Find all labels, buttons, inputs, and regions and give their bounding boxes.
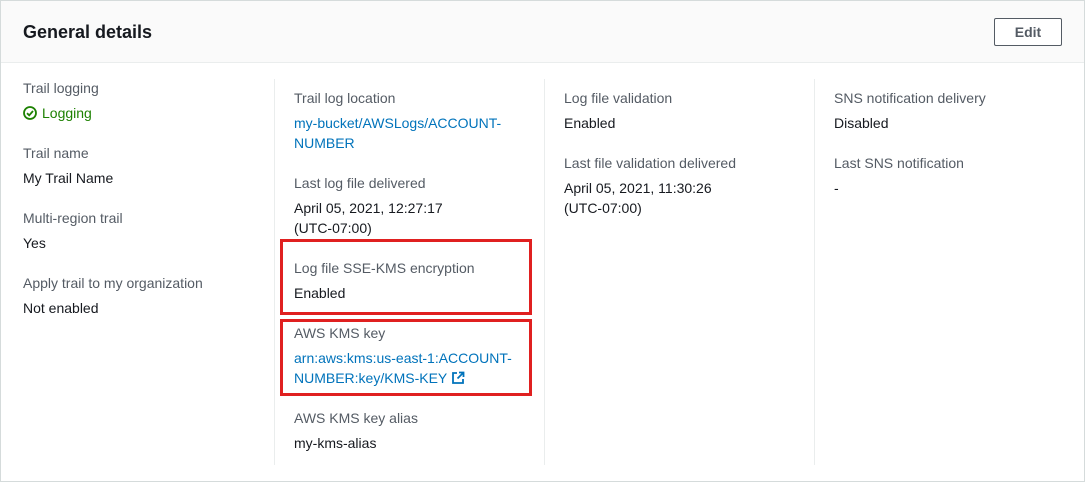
log-location-label: Trail log location (294, 90, 396, 106)
edit-button[interactable]: Edit (994, 18, 1062, 46)
log-validation-label: Log file validation (564, 90, 673, 106)
kms-key-label: AWS KMS key (294, 325, 386, 341)
log-validation-field: Log file validation Enabled (564, 88, 814, 133)
last-validation-value: April 05, 2021, 11:30:26 (UTC-07:00) (564, 178, 814, 218)
column-divider (544, 79, 545, 465)
panel-title: General details (23, 22, 153, 42)
trail-name-field: Trail name My Trail Name (23, 143, 273, 188)
last-delivered-value: April 05, 2021, 12:27:17 (UTC-07:00) (294, 198, 544, 238)
log-location-line1: my-bucket/AWSLogs/ACCOUNT- (294, 115, 502, 131)
column-divider (274, 79, 275, 465)
multi-region-value: Yes (23, 235, 46, 251)
last-delivered-label: Last log file delivered (294, 175, 426, 191)
column-divider (814, 79, 815, 465)
kms-key-line1: arn:aws:kms:us-east-1:ACCOUNT- (294, 350, 512, 366)
panel-header: General details Edit (1, 1, 1084, 63)
last-validation-field: Last file validation delivered April 05,… (564, 153, 814, 218)
log-location-link[interactable]: my-bucket/AWSLogs/ACCOUNT- NUMBER (294, 113, 544, 153)
trail-name-label: Trail name (23, 145, 89, 161)
last-sns-field: Last SNS notification - (834, 153, 1084, 198)
kms-alias-label: AWS KMS key alias (294, 410, 418, 426)
external-link-icon (452, 371, 465, 384)
logging-status-text: Logging (42, 105, 92, 121)
sse-encryption-field: Log file SSE-KMS encryption Enabled (294, 258, 544, 303)
kms-key-field: AWS KMS key arn:aws:kms:us-east-1:ACCOUN… (294, 323, 544, 388)
general-details-panel: General details Edit Trail logging Loggi… (0, 0, 1085, 482)
sse-encryption-value: Enabled (294, 285, 346, 301)
last-validation-line2: (UTC-07:00) (564, 200, 642, 216)
kms-alias-field: AWS KMS key alias my-kms-alias (294, 408, 544, 453)
trail-logging-field: Trail logging Logging (23, 78, 273, 123)
last-delivered-field: Last log file delivered April 05, 2021, … (294, 173, 544, 238)
multi-region-field: Multi-region trail Yes (23, 208, 273, 253)
sns-delivery-value: Disabled (834, 115, 889, 131)
trail-name-value: My Trail Name (23, 170, 114, 186)
kms-key-line2: NUMBER:key/KMS-KEY (294, 370, 448, 386)
log-location-field: Trail log location my-bucket/AWSLogs/ACC… (294, 88, 544, 153)
multi-region-label: Multi-region trail (23, 210, 123, 226)
logging-status: Logging (23, 103, 273, 123)
sns-delivery-label: SNS notification delivery (834, 90, 986, 106)
last-sns-label: Last SNS notification (834, 155, 964, 171)
trail-logging-label: Trail logging (23, 80, 99, 96)
last-delivered-line2: (UTC-07:00) (294, 220, 372, 236)
organization-value: Not enabled (23, 300, 99, 316)
log-location-line2: NUMBER (294, 135, 355, 151)
kms-key-link[interactable]: arn:aws:kms:us-east-1:ACCOUNT- NUMBER:ke… (294, 348, 544, 388)
check-circle-icon (23, 106, 37, 120)
last-validation-line1: April 05, 2021, 11:30:26 (564, 180, 712, 196)
organization-field: Apply trail to my organization Not enabl… (23, 273, 273, 318)
kms-alias-value: my-kms-alias (294, 435, 377, 451)
log-validation-value: Enabled (564, 115, 616, 131)
last-validation-label: Last file validation delivered (564, 155, 736, 171)
sse-encryption-label: Log file SSE-KMS encryption (294, 260, 475, 276)
last-delivered-line1: April 05, 2021, 12:27:17 (294, 200, 443, 216)
last-sns-value: - (834, 180, 839, 196)
organization-label: Apply trail to my organization (23, 275, 203, 291)
sns-delivery-field: SNS notification delivery Disabled (834, 88, 1084, 133)
